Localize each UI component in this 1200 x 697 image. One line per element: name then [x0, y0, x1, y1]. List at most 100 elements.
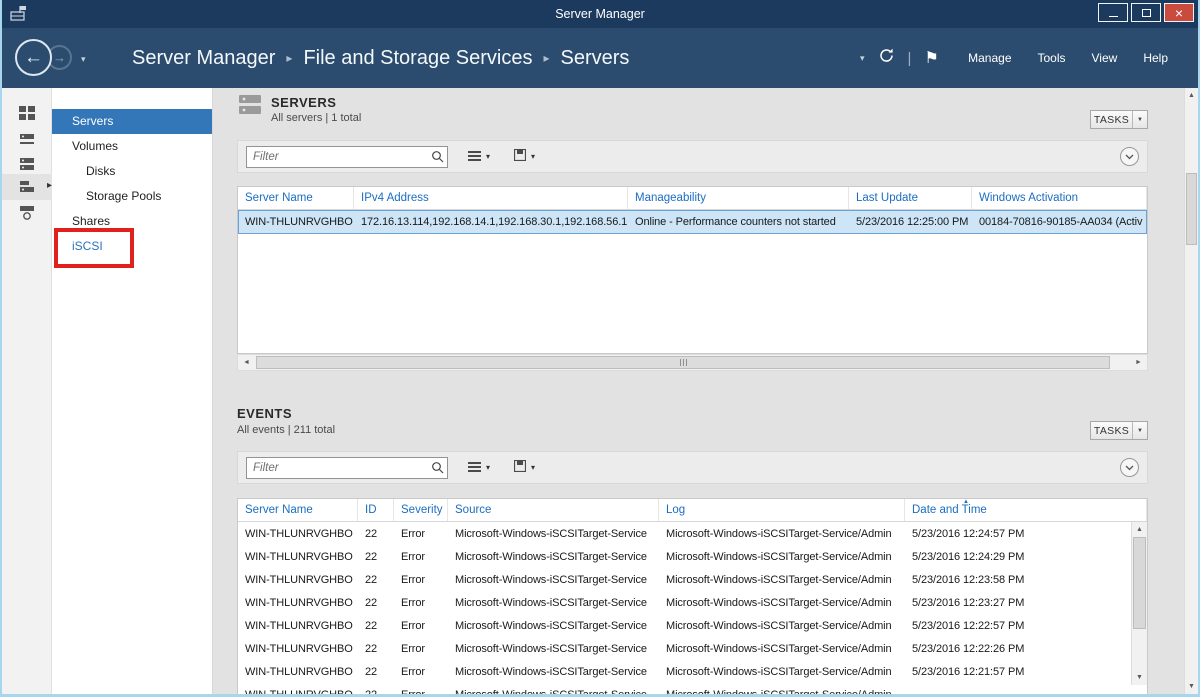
events-save-query-button[interactable]: ▾	[510, 456, 539, 480]
cell-severity: Error	[394, 689, 448, 695]
sidebar-item-storage-pools[interactable]: Storage Pools	[52, 184, 212, 209]
servers-table-header: Server Name IPv4 Address Manageability L…	[238, 187, 1147, 210]
annotation-red-box	[54, 228, 134, 268]
sidebar-item-servers[interactable]: Servers	[52, 109, 212, 134]
refresh-button[interactable]	[878, 47, 895, 69]
save-icon	[514, 459, 526, 477]
scrollbar-thumb[interactable]	[1133, 537, 1146, 629]
scroll-up-button[interactable]: ▲	[1185, 88, 1198, 103]
scroll-right-button[interactable]: ►	[1130, 355, 1147, 370]
breadcrumb-item-file-and-storage-services[interactable]: File and Storage Services	[303, 47, 532, 70]
events-filter-wrap	[246, 457, 448, 479]
cell-severity: Error	[394, 643, 448, 655]
scrollbar-thumb[interactable]	[256, 356, 1110, 369]
history-dropdown-caret[interactable]: ▾	[81, 54, 86, 65]
servers-filter-input[interactable]	[246, 146, 448, 168]
breadcrumb-item-server-manager[interactable]: Server Manager	[132, 47, 275, 70]
breadcrumb-item-servers[interactable]: Servers	[560, 47, 629, 70]
cell-date-time: 5/23/2016 12:22:57 PM	[905, 620, 1147, 632]
column-severity[interactable]: Severity	[394, 499, 448, 521]
servers-collapse-button[interactable]	[1120, 147, 1139, 166]
main-vertical-scrollbar: ▲ ▼	[1184, 88, 1198, 694]
column-windows-activation[interactable]: Windows Activation	[972, 187, 1147, 209]
servers-filter-wrap	[246, 146, 448, 168]
cell-severity: Error	[394, 551, 448, 563]
cell-source: Microsoft-Windows-iSCSITarget-Service	[448, 528, 659, 540]
cell-server-name: WIN-THLUNRVGHBO	[238, 574, 358, 586]
menu-manage[interactable]: Manage	[968, 51, 1011, 65]
column-id[interactable]: ID	[358, 499, 394, 521]
tasks-caret-icon: ▼	[1132, 422, 1147, 439]
scrollbar-track[interactable]	[1185, 103, 1198, 679]
nav-dashboard-icon[interactable]	[2, 100, 52, 126]
cell-log: Microsoft-Windows-iSCSITarget-Service/Ad…	[659, 643, 905, 655]
column-manageability[interactable]: Manageability	[628, 187, 849, 209]
events-list-options-button[interactable]: ▾	[464, 456, 494, 480]
thumb-grip	[683, 359, 684, 366]
back-button[interactable]: ←	[15, 39, 52, 76]
scroll-up-button[interactable]: ▲	[1132, 522, 1147, 537]
window-title: Server Manager	[2, 0, 1198, 28]
cell-source: Microsoft-Windows-iSCSITarget-Service	[448, 597, 659, 609]
menu-view[interactable]: View	[1092, 51, 1118, 65]
event-row[interactable]: WIN-THLUNRVGHBO 22 Error Microsoft-Windo…	[238, 591, 1147, 614]
column-log[interactable]: Log	[659, 499, 905, 521]
scroll-left-button[interactable]: ◄	[238, 355, 255, 370]
event-row[interactable]: WIN-THLUNRVGHBO 22 Error Microsoft-Windo…	[238, 637, 1147, 660]
minimize-icon	[1109, 16, 1118, 17]
menu-help[interactable]: Help	[1143, 51, 1168, 65]
minimize-button[interactable]	[1098, 3, 1128, 22]
event-row[interactable]: WIN-THLUNRVGHBO 22 Error Microsoft-Windo…	[238, 683, 1147, 694]
cell-id: 22	[358, 666, 394, 678]
cell-source: Microsoft-Windows-iSCSITarget-Service	[448, 689, 659, 695]
column-ipv4-address[interactable]: IPv4 Address	[354, 187, 628, 209]
events-filter-input[interactable]	[246, 457, 448, 479]
event-row[interactable]: WIN-THLUNRVGHBO 22 Error Microsoft-Windo…	[238, 568, 1147, 591]
scrollbar-thumb[interactable]	[1186, 173, 1197, 245]
nav-file-storage-services-icon[interactable]: ▸	[2, 174, 52, 200]
column-source[interactable]: Source	[448, 499, 659, 521]
scrollbar-track[interactable]	[1132, 537, 1147, 670]
scroll-down-button[interactable]: ▼	[1132, 670, 1147, 685]
maximize-button[interactable]	[1131, 3, 1161, 22]
servers-tasks-button[interactable]: TASKS ▼	[1090, 110, 1148, 129]
cell-severity: Error	[394, 597, 448, 609]
servers-save-query-button[interactable]: ▾	[510, 145, 539, 169]
server-row[interactable]: WIN-THLUNRVGHBO 172.16.13.114,192.168.14…	[238, 210, 1147, 234]
events-collapse-button[interactable]	[1120, 458, 1139, 477]
servers-list-options-button[interactable]: ▾	[464, 145, 494, 169]
forward-arrow-icon: →	[53, 50, 66, 65]
nav-services-icon[interactable]	[2, 200, 52, 226]
event-row[interactable]: WIN-THLUNRVGHBO 22 Error Microsoft-Windo…	[238, 522, 1147, 545]
event-row[interactable]: WIN-THLUNRVGHBO 22 Error Microsoft-Windo…	[238, 545, 1147, 568]
scroll-down-button[interactable]: ▼	[1185, 679, 1198, 694]
cell-log: Microsoft-Windows-iSCSITarget-Service/Ad…	[659, 574, 905, 586]
cell-source: Microsoft-Windows-iSCSITarget-Service	[448, 666, 659, 678]
event-row[interactable]: WIN-THLUNRVGHBO 22 Error Microsoft-Windo…	[238, 660, 1147, 683]
events-panel-title: EVENTS	[237, 406, 292, 421]
notifications-flag-icon[interactable]: ⚑	[924, 48, 938, 68]
tasks-caret-icon: ▼	[1132, 111, 1147, 128]
column-last-update[interactable]: Last Update	[849, 187, 972, 209]
cell-id: 22	[358, 528, 394, 540]
nav-local-server-icon[interactable]	[2, 126, 52, 152]
menu-tools[interactable]: Tools	[1038, 51, 1066, 65]
column-server-name[interactable]: Server Name	[238, 187, 354, 209]
server-manager-window: Server Manager × ← → ▾ Server Manager ▸ …	[0, 0, 1200, 697]
breadcrumb: Server Manager ▸ File and Storage Servic…	[132, 28, 629, 88]
cell-server-name: WIN-THLUNRVGHBO	[238, 620, 358, 632]
scrollbar-track[interactable]	[255, 355, 1130, 370]
column-date-and-time[interactable]: ▲ Date and Time	[905, 499, 1147, 521]
search-icon	[431, 461, 444, 479]
column-server-name[interactable]: Server Name	[238, 499, 358, 521]
event-row[interactable]: WIN-THLUNRVGHBO 22 Error Microsoft-Windo…	[238, 614, 1147, 637]
sidebar-item-volumes[interactable]: Volumes	[52, 134, 212, 159]
scope-dropdown-caret[interactable]: ▾	[860, 53, 865, 64]
cell-id: 22	[358, 551, 394, 563]
sidebar-item-disks[interactable]: Disks	[52, 159, 212, 184]
chevron-down-icon	[1125, 154, 1134, 160]
events-tasks-button[interactable]: TASKS ▼	[1090, 421, 1148, 440]
cell-log: Microsoft-Windows-iSCSITarget-Service/Ad…	[659, 551, 905, 563]
cell-severity: Error	[394, 620, 448, 632]
close-button[interactable]: ×	[1164, 3, 1194, 22]
